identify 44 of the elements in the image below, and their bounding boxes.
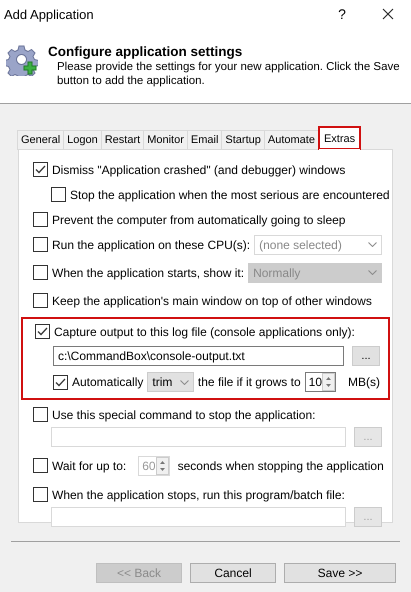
option-label: Use this special command to stop the application: — [52, 408, 316, 422]
tab[interactable]: Extras — [318, 126, 362, 150]
checkbox[interactable] — [53, 374, 68, 390]
option-label: Keep the application's main window on top of other windows — [52, 294, 372, 308]
option-label: Capture output to this log file (console applications only): — [54, 324, 355, 338]
size-spinbox[interactable]: 10 — [304, 372, 336, 392]
dialog-button[interactable]: Save >> — [284, 563, 396, 583]
window-title: Add Application — [4, 6, 95, 22]
header-title: Configure application settings — [48, 44, 244, 59]
chevron-down-icon — [180, 380, 189, 384]
close-icon — [382, 8, 394, 20]
tab[interactable]: General — [17, 130, 64, 150]
dropdown-value: Normally — [253, 266, 300, 280]
checkbox[interactable] — [33, 162, 48, 177]
dropdown[interactable]: (none selected) — [254, 234, 382, 254]
chevron-down-icon — [368, 270, 377, 275]
checkbox[interactable] — [33, 212, 48, 227]
option-label: Run the application on these CPU(s): — [52, 238, 250, 252]
option-label: Stop the application when the most serious are encountered — [70, 188, 390, 202]
option-label: When the application stops, run this program/batch file: — [52, 488, 345, 502]
option-label: Prevent the computer from automatically going to sleep — [52, 212, 346, 226]
chevron-down-icon — [368, 242, 377, 247]
spinner-arrows-icon[interactable] — [322, 373, 335, 391]
dialog-button[interactable]: Cancel — [190, 563, 276, 583]
browse-button[interactable]: ... — [352, 346, 380, 366]
option-label: Wait for up to: — [52, 458, 126, 472]
option-label: When the application starts, show it: — [52, 266, 244, 280]
checkbox[interactable] — [33, 237, 48, 252]
path-field[interactable]: c:\CommandBox\console-output.txt — [53, 346, 344, 366]
checkbox[interactable] — [51, 187, 66, 202]
header-description: Please provide the settings for your new application. Click the Save button to add the application. — [56, 60, 401, 88]
dropdown[interactable]: trim — [147, 372, 194, 392]
dropdown-value: trim — [152, 375, 172, 389]
checkbox[interactable] — [33, 293, 48, 308]
checkbox[interactable] — [35, 324, 50, 339]
gear-plus-icon — [6, 44, 38, 76]
checkbox[interactable] — [33, 265, 48, 280]
option-label: Dismiss "Application crashed" (and debugger) windows — [52, 162, 346, 176]
option-label: the file if it grows to — [198, 375, 301, 389]
option-label: seconds when stopping the application — [178, 458, 384, 472]
help-button[interactable]: ? — [319, 6, 365, 22]
option-label: Automatically — [72, 375, 144, 389]
unit-label: MB(s) — [348, 375, 380, 389]
dropdown-value: (none selected) — [259, 238, 342, 252]
